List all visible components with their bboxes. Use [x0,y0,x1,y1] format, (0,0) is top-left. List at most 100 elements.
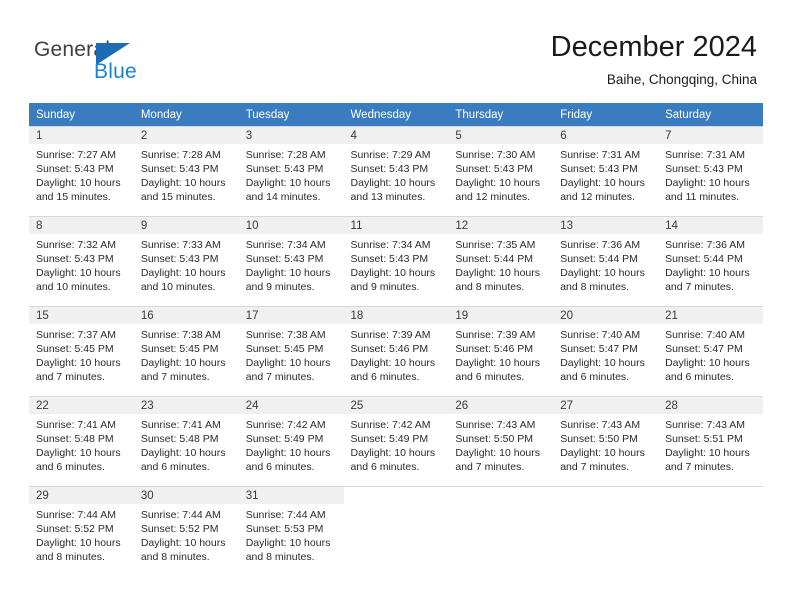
daylight-duration-line1: Daylight: 10 hours [350,177,436,189]
calendar-cell-day[interactable]: 24 Sunrise: 7:42 AM Sunset: 5:49 PM Dayligh… [238,396,344,486]
calendar-cell-day[interactable]: 23 Sunrise: 7:41 AM Sunset: 5:48 PM Dayligh… [133,396,239,486]
calendar-cell-day[interactable]: 30 Sunrise: 7:44 AM Sunset: 5:52 PM Dayligh… [133,486,239,576]
day-number: 28 [658,397,763,414]
day-details: Sunrise: 7:40 AM Sunset: 5:47 PM Daylight:… [553,324,658,384]
sunrise-time: Sunrise: 7:37 AM [36,329,116,341]
daylight-duration-line1: Daylight: 10 hours [36,357,121,369]
day-details: Sunrise: 7:34 AM Sunset: 5:43 PM Daylight:… [344,234,449,294]
calendar-week-row: 15 Sunrise: 7:37 AM Sunset: 5:45 PM Dayligh… [29,306,763,396]
calendar-cell-day[interactable]: 12 Sunrise: 7:35 AM Sunset: 5:44 PM Dayligh… [448,216,554,306]
day-cell: 18 Sunrise: 7:39 AM Sunset: 5:46 PM Dayligh… [343,306,449,396]
day-number [344,487,449,504]
daylight-duration-line1: Daylight: 10 hours [665,357,750,369]
day-cell: 15 Sunrise: 7:37 AM Sunset: 5:45 PM Dayligh… [29,306,134,396]
calendar-cell-day[interactable]: 9 Sunrise: 7:33 AM Sunset: 5:43 PM Daylight… [133,216,239,306]
daylight-duration-line1: Daylight: 10 hours [36,537,121,549]
daylight-duration-line1: Daylight: 10 hours [560,447,645,459]
daylight-duration-line2: and 6 minutes. [665,371,734,383]
calendar-week-row: 29 Sunrise: 7:44 AM Sunset: 5:52 PM Dayligh… [29,486,763,576]
day-details: Sunrise: 7:42 AM Sunset: 5:49 PM Daylight:… [239,414,344,474]
calendar-cell-day[interactable]: 5 Sunrise: 7:30 AM Sunset: 5:43 PM Daylight… [448,126,554,216]
calendar-cell-day[interactable]: 13 Sunrise: 7:36 AM Sunset: 5:44 PM Dayligh… [553,216,659,306]
calendar-week-row: 1 Sunrise: 7:27 AM Sunset: 5:43 PM Daylight… [29,126,763,216]
day-number: 5 [448,127,554,144]
daylight-duration-line1: Daylight: 10 hours [665,177,750,189]
sunset-time: Sunset: 5:51 PM [665,433,743,445]
sunset-time: Sunset: 5:50 PM [455,433,534,445]
sunrise-time: Sunrise: 7:30 AM [455,149,536,161]
day-cell: 14 Sunrise: 7:36 AM Sunset: 5:44 PM Dayligh… [658,216,763,306]
day-cell: 21 Sunrise: 7:40 AM Sunset: 5:47 PM Dayligh… [658,306,763,396]
calendar-cell-day[interactable]: 10 Sunrise: 7:34 AM Sunset: 5:43 PM Dayligh… [238,216,344,306]
calendar-cell-day[interactable]: 8 Sunrise: 7:32 AM Sunset: 5:43 PM Daylight… [29,216,134,306]
daylight-duration-line2: and 6 minutes. [350,371,420,383]
day-details: Sunrise: 7:31 AM Sunset: 5:43 PM Daylight:… [658,144,763,204]
calendar-cell-day[interactable]: 28 Sunrise: 7:43 AM Sunset: 5:51 PM Dayligh… [658,396,763,486]
sunset-time: Sunset: 5:43 PM [36,163,114,175]
weekday-header-thursday: Thursday [448,103,554,126]
daylight-duration-line1: Daylight: 10 hours [140,177,226,189]
day-details: Sunrise: 7:29 AM Sunset: 5:43 PM Daylight:… [344,144,449,204]
sunrise-time: Sunrise: 7:28 AM [140,149,221,161]
sunrise-time: Sunrise: 7:40 AM [665,329,746,341]
day-number [448,487,553,504]
daylight-duration-line2: and 8 minutes. [245,551,315,563]
daylight-duration-line2: and 7 minutes. [560,461,630,473]
calendar-cell-day[interactable]: 6 Sunrise: 7:31 AM Sunset: 5:43 PM Daylight… [553,126,659,216]
daylight-duration-line1: Daylight: 10 hours [560,177,645,189]
daylight-duration-line1: Daylight: 10 hours [245,357,331,369]
calendar-cell-day[interactable]: 20 Sunrise: 7:40 AM Sunset: 5:47 PM Dayligh… [553,306,659,396]
calendar-cell-day[interactable]: 2 Sunrise: 7:28 AM Sunset: 5:43 PM Daylight… [133,126,239,216]
calendar-cell-day[interactable]: 4 Sunrise: 7:29 AM Sunset: 5:43 PM Daylight… [343,126,449,216]
sunrise-time: Sunrise: 7:44 AM [245,509,326,521]
day-number: 3 [238,127,344,144]
calendar-cell-day[interactable]: 27 Sunrise: 7:43 AM Sunset: 5:50 PM Dayligh… [553,396,659,486]
sunset-time: Sunset: 5:43 PM [140,163,219,175]
calendar-cell-day[interactable]: 3 Sunrise: 7:28 AM Sunset: 5:43 PM Daylight… [238,126,344,216]
day-number: 15 [29,307,134,324]
sunrise-time: Sunrise: 7:33 AM [140,239,221,251]
day-cell: 16 Sunrise: 7:38 AM Sunset: 5:45 PM Dayligh… [133,306,239,396]
day-details: Sunrise: 7:33 AM Sunset: 5:43 PM Daylight:… [134,234,239,294]
day-number: 6 [553,127,659,144]
calendar-cell-day[interactable]: 15 Sunrise: 7:37 AM Sunset: 5:45 PM Dayligh… [29,306,134,396]
sunset-time: Sunset: 5:48 PM [36,433,114,445]
day-details: Sunrise: 7:39 AM Sunset: 5:46 PM Daylight:… [448,324,553,384]
sunset-time: Sunset: 5:44 PM [665,253,743,265]
calendar-cell-day[interactable]: 16 Sunrise: 7:38 AM Sunset: 5:45 PM Dayligh… [133,306,239,396]
calendar-cell-day[interactable]: 29 Sunrise: 7:44 AM Sunset: 5:52 PM Dayligh… [29,486,134,576]
daylight-duration-line1: Daylight: 10 hours [36,177,121,189]
calendar-cell-day[interactable]: 25 Sunrise: 7:42 AM Sunset: 5:49 PM Dayligh… [343,396,449,486]
calendar-cell-day[interactable]: 1 Sunrise: 7:27 AM Sunset: 5:43 PM Daylight… [29,126,134,216]
general-blue-logo[interactable]: General Blue [34,38,234,86]
daylight-duration-line1: Daylight: 10 hours [140,447,226,459]
day-cell: 17 Sunrise: 7:38 AM Sunset: 5:45 PM Dayligh… [238,306,344,396]
calendar-cell-day[interactable]: 11 Sunrise: 7:34 AM Sunset: 5:43 PM Dayligh… [343,216,449,306]
sunrise-time: Sunrise: 7:40 AM [560,329,641,341]
calendar-cell-day[interactable]: 14 Sunrise: 7:36 AM Sunset: 5:44 PM Dayligh… [658,216,763,306]
sunset-time: Sunset: 5:43 PM [665,163,743,175]
title-block: December 2024 Baihe, Chongqing, China [551,30,757,89]
daylight-duration-line2: and 12 minutes. [455,191,531,203]
sunrise-time: Sunrise: 7:27 AM [36,149,116,161]
calendar-cell-empty [343,486,449,576]
day-details: Sunrise: 7:28 AM Sunset: 5:43 PM Daylight:… [134,144,239,204]
calendar-cell-day[interactable]: 19 Sunrise: 7:39 AM Sunset: 5:46 PM Dayligh… [448,306,554,396]
sunset-time: Sunset: 5:46 PM [350,343,429,355]
daylight-duration-line2: and 7 minutes. [665,461,734,473]
calendar-cell-day[interactable]: 26 Sunrise: 7:43 AM Sunset: 5:50 PM Dayligh… [448,396,554,486]
daylight-duration-line2: and 8 minutes. [36,551,105,563]
sunset-time: Sunset: 5:47 PM [560,343,638,355]
sunset-time: Sunset: 5:46 PM [455,343,534,355]
calendar-cell-day[interactable]: 21 Sunrise: 7:40 AM Sunset: 5:47 PM Dayligh… [658,306,763,396]
daylight-duration-line1: Daylight: 10 hours [350,357,436,369]
sunset-time: Sunset: 5:43 PM [560,163,638,175]
calendar-cell-day[interactable]: 17 Sunrise: 7:38 AM Sunset: 5:45 PM Dayligh… [238,306,344,396]
calendar-cell-day[interactable]: 22 Sunrise: 7:41 AM Sunset: 5:48 PM Dayligh… [29,396,134,486]
day-number: 29 [29,487,134,504]
sunrise-time: Sunrise: 7:41 AM [36,419,116,431]
calendar-cell-day[interactable]: 18 Sunrise: 7:39 AM Sunset: 5:46 PM Dayligh… [343,306,449,396]
day-cell: 10 Sunrise: 7:34 AM Sunset: 5:43 PM Dayligh… [238,216,344,306]
calendar-cell-day[interactable]: 31 Sunrise: 7:44 AM Sunset: 5:53 PM Dayligh… [238,486,344,576]
calendar-cell-day[interactable]: 7 Sunrise: 7:31 AM Sunset: 5:43 PM Daylight… [658,126,763,216]
